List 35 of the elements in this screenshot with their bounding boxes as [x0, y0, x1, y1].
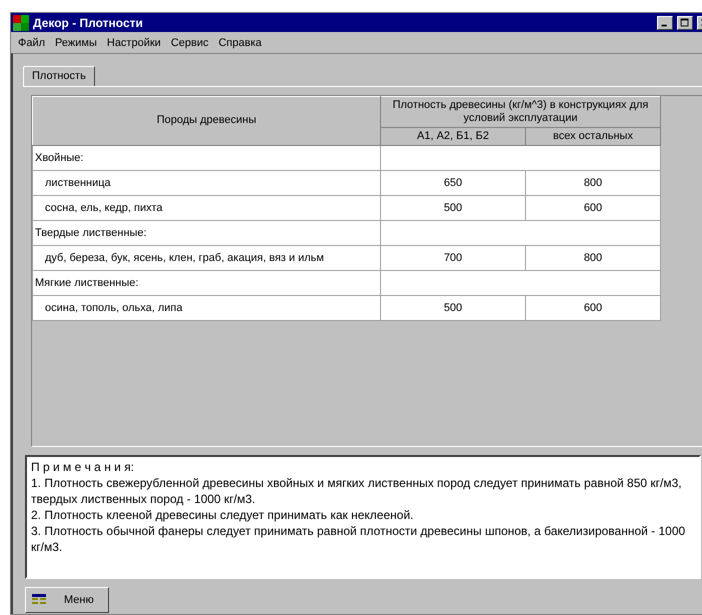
- table-cell: 500: [380, 195, 526, 220]
- group-header: Плотность древесины (кг/м^3) в конструкциях для условий эксплуатации: [380, 96, 660, 128]
- menu-item[interactable]: Сервис: [168, 36, 212, 48]
- note-text: 1. Плотность свежерубленной древесины хвойных и мягких лиственных пород следует принимать равной 850 кг/м3, твердых лиственных пород - 1000 кг/м3.: [31, 475, 683, 508]
- group-cell: Мягкие лиственные:: [32, 270, 380, 296]
- column-header: всех остальных: [526, 127, 660, 146]
- notes-title: П р и м е ч а н и я:: [31, 459, 136, 476]
- menu-button[interactable]: Меню: [25, 587, 109, 614]
- note-text: 2. Плотность клееной древесины следует принимать как неклееной.: [31, 507, 414, 524]
- menu-item[interactable]: Файл: [15, 36, 48, 48]
- menu-item[interactable]: Справка: [215, 36, 265, 48]
- column-header: А1, А2, Б1, Б2: [380, 127, 526, 146]
- minimize-button[interactable]: [657, 16, 673, 30]
- table-cell: 800: [526, 170, 660, 196]
- group-cell: Твердые лиственные:: [32, 220, 380, 246]
- table-cell: 700: [380, 245, 526, 270]
- table-cell: 800: [526, 245, 660, 270]
- table-cell: 650: [380, 170, 526, 196]
- table-cell: 500: [380, 295, 526, 320]
- table-cell: 600: [526, 195, 660, 220]
- group-cell: Хвойные:: [32, 145, 380, 170]
- note-text: 3. Плотность обычной фанеры следует принимать равной плотности древесины шпонов, а бакелизированной - 1000 кг/м3.: [31, 523, 686, 556]
- menu-item[interactable]: Настройки: [104, 36, 164, 48]
- table-cell: осина, тополь, ольха, липа: [32, 295, 380, 320]
- menu-item[interactable]: Режимы: [52, 36, 100, 48]
- maximize-button[interactable]: [677, 16, 693, 30]
- table-cell: дуб, береза, бук, ясень, клен, граб, акация, вяз и ильм: [32, 245, 380, 270]
- tab[interactable]: Плотность: [23, 66, 95, 86]
- table-cell: 600: [526, 295, 660, 320]
- app-icon: [13, 14, 29, 30]
- table-cell: лиственница: [32, 170, 380, 196]
- window-title: Декор - Плотности: [33, 16, 144, 30]
- grid-icon: [32, 594, 46, 606]
- table-cell: сосна, ель, кедр, пихта: [32, 195, 380, 220]
- column-header: Породы древесины: [32, 96, 380, 146]
